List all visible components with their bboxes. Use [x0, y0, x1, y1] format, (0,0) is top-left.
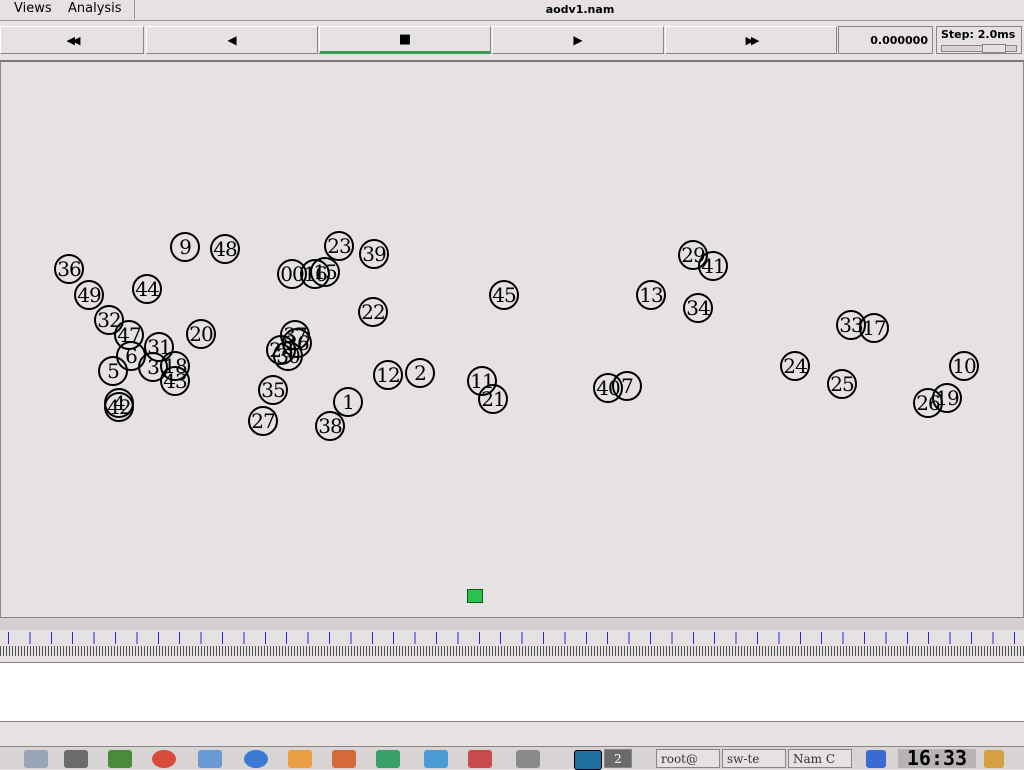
step-slider[interactable]: [941, 44, 1017, 53]
play-icon: ▶: [573, 33, 583, 47]
task-sw[interactable]: sw-te: [722, 749, 786, 768]
time-display: 0.000000: [838, 26, 933, 54]
window-title: aodv1.nam: [134, 0, 1024, 19]
node-7[interactable]: 7: [612, 371, 642, 401]
node-43[interactable]: 43: [160, 366, 190, 396]
node-2[interactable]: 2: [405, 358, 435, 388]
fast-forward-icon: ▶▶: [745, 33, 760, 47]
spreadsheet-icon[interactable]: [108, 750, 132, 768]
clock: 16:33: [898, 748, 976, 768]
annotation-panel: [0, 662, 1024, 722]
rewind-icon: ◀◀: [66, 33, 81, 47]
node-5[interactable]: 5: [98, 356, 128, 386]
terminal-icon[interactable]: [64, 750, 88, 768]
node-44[interactable]: 44: [132, 274, 162, 304]
help-icon[interactable]: [152, 750, 176, 768]
timeline-ticks: [8, 632, 1024, 644]
node-23[interactable]: 23: [324, 231, 354, 261]
node-26[interactable]: 26: [913, 388, 943, 418]
node-12[interactable]: 12: [373, 360, 403, 390]
network-canvas[interactable]: 9 48 36 49 44 32 47 20 6 31 5 3 18 43 4 42 00 16 15 23 39 22 3…: [0, 60, 1024, 619]
node-22[interactable]: 22: [358, 297, 388, 327]
editor-icon[interactable]: [288, 750, 312, 768]
node-30[interactable]: 30: [273, 341, 303, 371]
node-36[interactable]: 36: [54, 254, 84, 284]
node-41[interactable]: 41: [698, 251, 728, 281]
settings-icon[interactable]: [468, 750, 492, 768]
packet-icon: [467, 589, 483, 603]
node-21[interactable]: 21: [478, 384, 508, 414]
horizontal-scrollbar[interactable]: [0, 617, 1024, 631]
node-20[interactable]: 20: [186, 319, 216, 349]
node-24[interactable]: 24: [780, 351, 810, 381]
browser-icon[interactable]: [244, 750, 268, 768]
node-48[interactable]: 48: [210, 234, 240, 264]
network-icon[interactable]: [424, 750, 448, 768]
fast-forward-button[interactable]: ▶▶: [665, 26, 837, 54]
node-10[interactable]: 10: [949, 351, 979, 381]
node-49[interactable]: 49: [74, 280, 104, 310]
timeline-slider[interactable]: [0, 630, 1024, 660]
pen-icon[interactable]: [516, 750, 540, 768]
back-icon: ◀: [227, 33, 237, 47]
tray-icon[interactable]: [984, 750, 1004, 768]
step-label: Step: 2.0ms: [941, 28, 1016, 41]
taskbar: 2 root@ sw-te Nam C 16:33: [0, 746, 1024, 770]
step-control: Step: 2.0ms: [936, 26, 1022, 54]
desktop-1-icon[interactable]: [574, 750, 602, 770]
node-15[interactable]: 15: [310, 257, 340, 287]
calc-icon[interactable]: [376, 750, 400, 768]
node-42[interactable]: 42: [104, 392, 134, 422]
node-39[interactable]: 39: [359, 239, 389, 269]
node-45[interactable]: 45: [489, 280, 519, 310]
stop-button[interactable]: ■: [319, 26, 491, 54]
mail-icon[interactable]: [332, 750, 356, 768]
menu-analysis[interactable]: Analysis: [68, 1, 122, 16]
node-1[interactable]: 1: [333, 387, 363, 417]
timeline-fine-ticks: [0, 646, 1024, 656]
play-button[interactable]: ▶: [492, 26, 664, 54]
stop-icon: ■: [398, 31, 412, 47]
menu-views[interactable]: Views: [14, 1, 52, 16]
menu-bar: Views Analysis aodv1.nam: [0, 0, 1024, 21]
step-back-button[interactable]: ◀: [146, 26, 318, 54]
playback-controls: ◀◀ ◀ ■ ▶ ▶▶ 0.000000 Step: 2.0ms: [0, 22, 1024, 58]
node-13[interactable]: 13: [636, 280, 666, 310]
step-slider-thumb[interactable]: [982, 44, 1006, 53]
node-35[interactable]: 35: [258, 375, 288, 405]
node-34[interactable]: 34: [683, 293, 713, 323]
desktop-number[interactable]: 2: [604, 749, 632, 768]
task-root[interactable]: root@: [656, 749, 720, 768]
file-manager-icon[interactable]: [198, 750, 222, 768]
app-launcher-icon[interactable]: [24, 750, 48, 768]
node-25[interactable]: 25: [827, 369, 857, 399]
node-17[interactable]: 17: [859, 313, 889, 343]
rewind-button[interactable]: ◀◀: [0, 26, 144, 54]
task-nam[interactable]: Nam C: [788, 749, 852, 768]
lock-icon[interactable]: [866, 750, 886, 768]
status-strip: [0, 722, 1024, 744]
node-27[interactable]: 27: [248, 406, 278, 436]
node-9[interactable]: 9: [170, 232, 200, 262]
